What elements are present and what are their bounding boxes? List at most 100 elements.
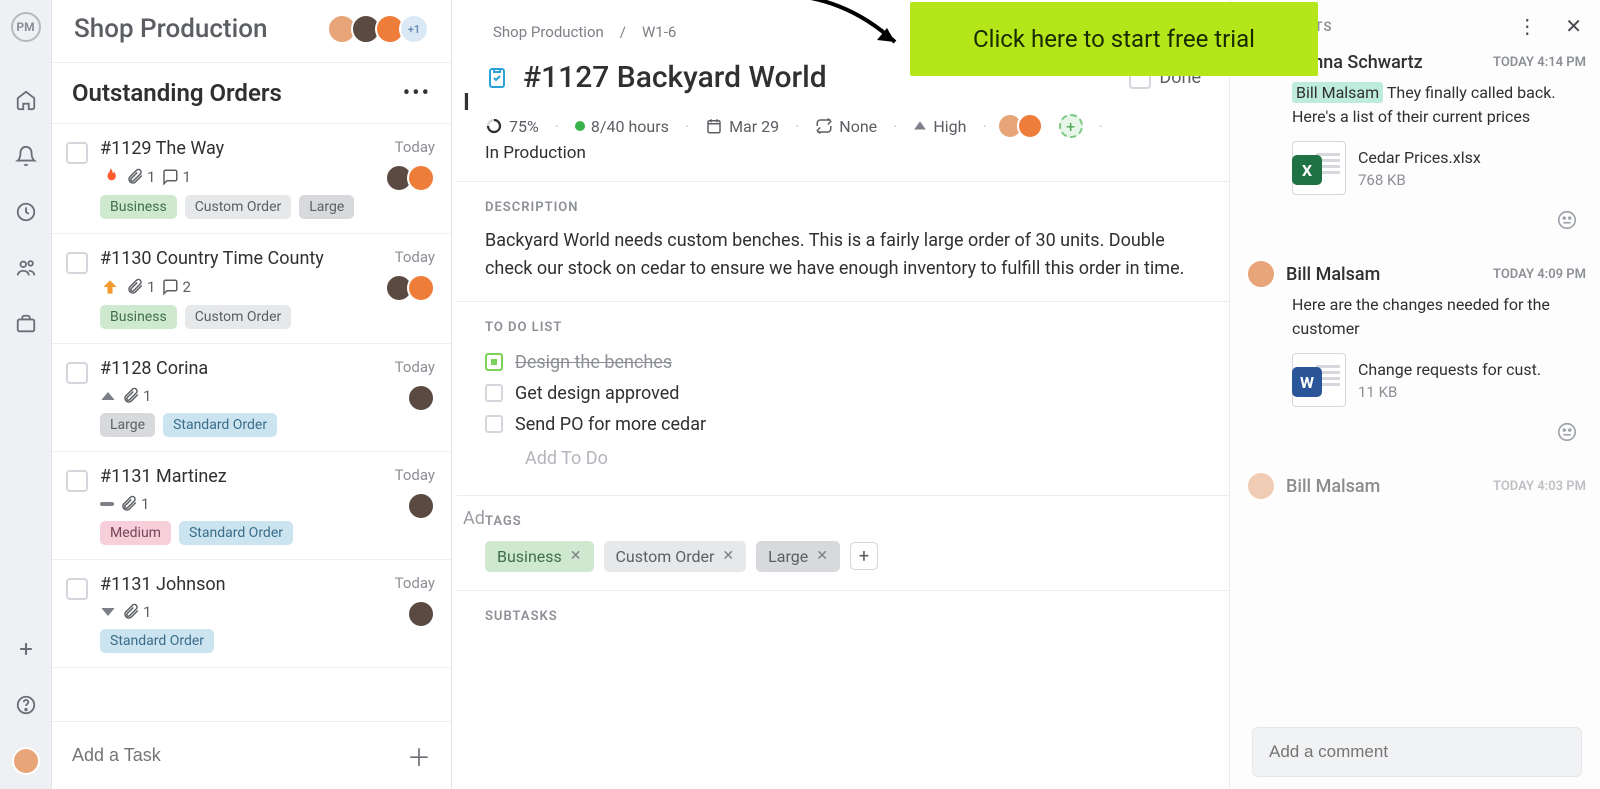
task-assignees[interactable] [391, 274, 435, 302]
remove-tag-icon[interactable]: ✕ [722, 548, 734, 564]
due-date: Today [395, 574, 435, 592]
react-icon[interactable] [1252, 421, 1578, 443]
todo-item[interactable]: Send PO for more cedar [485, 409, 1201, 440]
attachment-count: 1 [120, 495, 149, 513]
breadcrumb-project[interactable]: Shop Production [493, 23, 604, 41]
mention[interactable]: Bill Malsam [1292, 82, 1383, 103]
tag[interactable]: Custom Order [185, 195, 292, 219]
attachment-count: 1 [126, 278, 155, 296]
task-card-title: #1131 Martinez [100, 466, 387, 487]
comment-input[interactable] [1252, 727, 1582, 777]
file-name: Cedar Prices.xlsx [1358, 148, 1481, 167]
attachment-count: 1 [126, 168, 155, 186]
remove-tag-icon[interactable]: ✕ [570, 548, 582, 564]
attachment-count: 1 [122, 387, 151, 405]
tag[interactable]: Large [299, 195, 354, 219]
add-todo-input[interactable]: Add To Do [525, 440, 1201, 477]
tag[interactable]: Custom Order [185, 305, 292, 329]
tag-chip[interactable]: Business✕ [485, 541, 594, 572]
task-card[interactable]: #1130 Country Time County 1 2 BusinessCu… [52, 234, 451, 344]
tag[interactable]: Business [100, 305, 177, 329]
task-card[interactable]: #1131 Martinez 1 MediumStandard Order To… [52, 452, 451, 560]
help-icon[interactable] [12, 691, 40, 719]
remove-tag-icon[interactable]: ✕ [816, 548, 828, 564]
tasks-column: Shop Production +1 Outstanding Orders ••… [52, 0, 452, 789]
comment-body: Here are the changes needed for the cust… [1292, 293, 1596, 341]
tag[interactable]: Standard Order [163, 413, 277, 437]
todo-item[interactable]: Get design approved [485, 378, 1201, 409]
add-task-input[interactable] [72, 745, 407, 766]
attachment[interactable]: X Cedar Prices.xlsx768 KB [1292, 141, 1596, 195]
task-checkbox[interactable] [66, 252, 88, 274]
recurrence-chip[interactable]: None [815, 117, 877, 136]
progress-chip[interactable]: 75% [485, 117, 539, 136]
project-title: Shop Production [74, 14, 333, 44]
logo[interactable]: PM [11, 12, 41, 42]
description-text[interactable]: Backyard World needs custom benches. Thi… [485, 227, 1201, 283]
next-add-peek: Ad [463, 508, 485, 529]
comment-avatar[interactable] [1246, 259, 1276, 289]
user-avatar[interactable] [12, 747, 40, 775]
more-menu-icon[interactable]: ⋮ [1517, 14, 1537, 38]
todo-checkbox[interactable] [485, 384, 503, 402]
task-card-title: #1129 The Way [100, 138, 383, 159]
tag[interactable]: Standard Order [100, 629, 214, 653]
attachment[interactable]: W Change requests for cust.11 KB [1292, 353, 1596, 407]
priority-icon [100, 388, 116, 404]
task-checkbox[interactable] [66, 362, 88, 384]
close-icon[interactable]: ✕ [1565, 14, 1582, 38]
task-card[interactable]: #1128 Corina 1 Large Standard Order Today [52, 344, 451, 452]
add-tag-button[interactable]: + [850, 542, 878, 570]
date-chip[interactable]: Mar 29 [705, 117, 779, 136]
task-checkbox[interactable] [66, 470, 88, 492]
priority-chip[interactable]: High [913, 117, 966, 136]
assignees[interactable] [1003, 113, 1043, 139]
task-checkbox[interactable] [66, 142, 88, 164]
comment-time: TODAY 4:09 PM [1493, 267, 1586, 282]
tag[interactable]: Business [100, 195, 177, 219]
free-trial-cta[interactable]: Click here to start free trial [910, 2, 1318, 76]
add-assignee-icon[interactable]: + [1059, 114, 1083, 138]
add-task-plus-icon[interactable]: ＋ [407, 738, 431, 773]
file-size: 768 KB [1358, 171, 1481, 189]
task-card-title: #1128 Corina [100, 358, 387, 379]
due-date: Today [395, 138, 435, 156]
comment-count: 2 [161, 278, 190, 296]
tag[interactable]: Medium [100, 521, 171, 545]
priority-icon [100, 604, 116, 620]
breadcrumb-task-id[interactable]: W1-6 [642, 23, 676, 41]
priority-icon [100, 277, 120, 297]
hours-chip[interactable]: 8/40 hours [575, 117, 669, 136]
tags-label: TAGS [485, 514, 1201, 529]
due-date: Today [395, 358, 435, 376]
task-card[interactable]: #1129 The Way 1 1 BusinessCustom OrderLa… [52, 124, 451, 234]
add-task-row[interactable]: ＋ [52, 721, 451, 789]
task-checkbox[interactable] [66, 578, 88, 600]
todo-item[interactable]: Design the benches [485, 347, 1201, 378]
todo-checkbox[interactable] [485, 353, 503, 371]
todo-checkbox[interactable] [485, 415, 503, 433]
comment-author[interactable]: Bill Malsam [1286, 264, 1380, 285]
task-detail: Shop Production / W1-6 3 4 0 #1127 Backy… [457, 0, 1230, 789]
task-assignees[interactable] [413, 492, 435, 520]
task-assignees[interactable] [413, 384, 435, 412]
people-icon[interactable] [12, 254, 40, 282]
task-assignees[interactable] [391, 164, 435, 192]
tag-chip[interactable]: Large✕ [756, 541, 840, 572]
bell-icon[interactable] [12, 142, 40, 170]
tag-chip[interactable]: Custom Order✕ [604, 541, 747, 572]
column-title: Outstanding Orders [72, 79, 403, 107]
project-members[interactable]: +1 [333, 14, 429, 44]
clock-icon[interactable] [12, 198, 40, 226]
tag[interactable]: Large [100, 413, 155, 437]
task-card[interactable]: #1131 Johnson 1 Standard Order Today [52, 560, 451, 668]
task-type-icon [485, 66, 509, 90]
home-icon[interactable] [12, 86, 40, 114]
briefcase-icon[interactable] [12, 310, 40, 338]
task-assignees[interactable] [413, 600, 435, 628]
column-menu-icon[interactable]: ••• [403, 81, 431, 106]
react-icon[interactable] [1252, 209, 1578, 231]
task-status[interactable]: In Production [485, 143, 1201, 163]
tag[interactable]: Standard Order [179, 521, 293, 545]
add-icon[interactable] [12, 635, 40, 663]
